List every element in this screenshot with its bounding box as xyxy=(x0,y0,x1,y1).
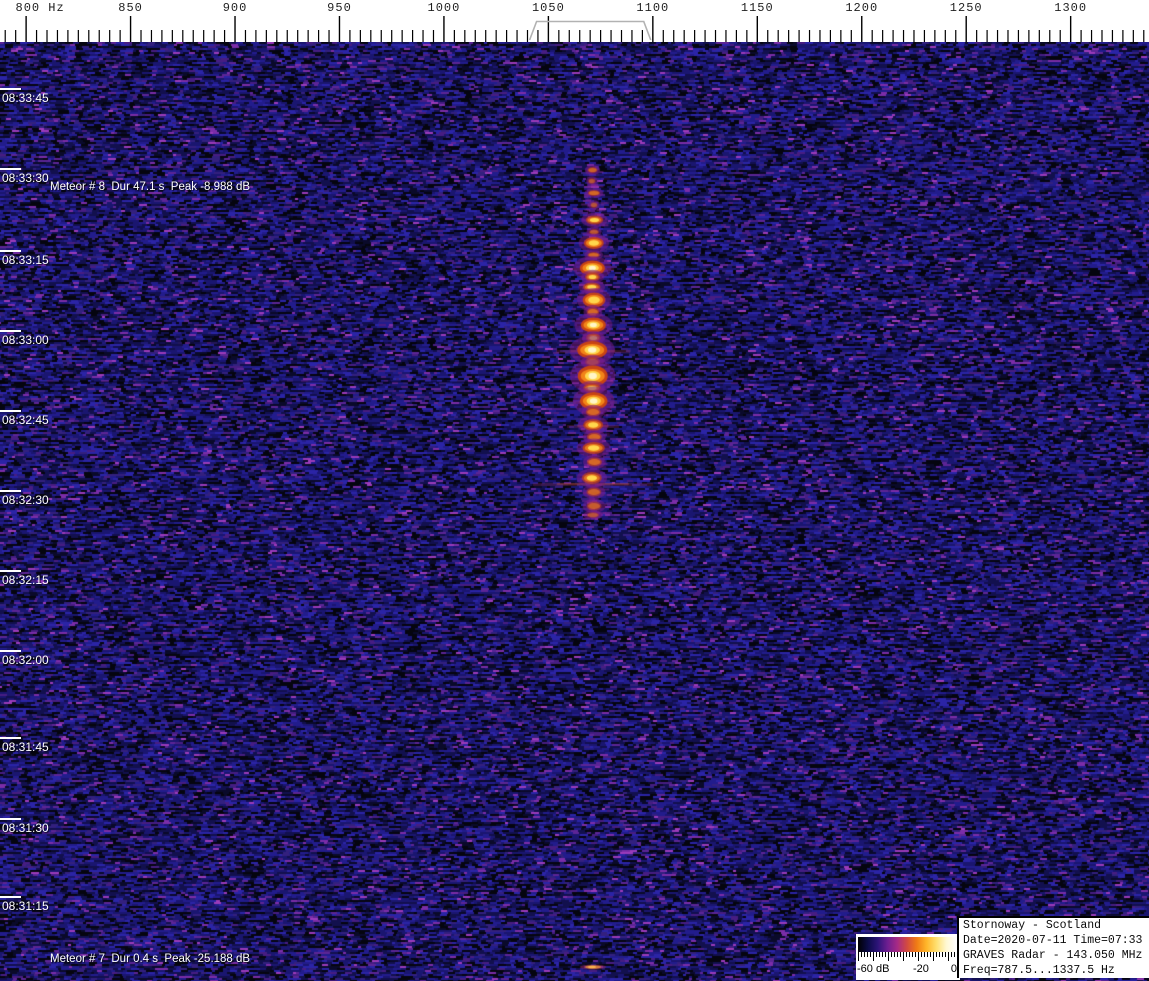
freq-tick-label: 850 xyxy=(118,1,143,15)
time-tick xyxy=(0,168,21,170)
time-tick xyxy=(0,88,21,90)
time-tick xyxy=(0,818,21,820)
station-name: Stornoway - Scotland xyxy=(963,919,1102,932)
time-label: 08:32:30 xyxy=(2,493,49,507)
time-label: 08:31:30 xyxy=(2,821,49,835)
freq-tick-label: 1250 xyxy=(949,1,983,15)
time-tick xyxy=(0,490,21,492)
intensity-scale-ticks xyxy=(858,952,955,961)
time-label: 08:32:15 xyxy=(2,573,49,587)
intensity-scale-panel: -60 dB -20 0 xyxy=(856,934,960,980)
freq-tick-label: 1200 xyxy=(845,1,879,15)
time-label: 08:32:00 xyxy=(2,653,49,667)
time-label: 08:33:30 xyxy=(2,171,49,185)
date-time-line: Date=2020-07-11 Time=07:33 xyxy=(963,934,1143,947)
time-label: 08:31:15 xyxy=(2,899,49,913)
time-tick xyxy=(0,650,21,652)
time-tick xyxy=(0,330,21,332)
freq-range-line: Freq=787.5...1337.5 Hz xyxy=(963,964,1115,977)
time-tick xyxy=(0,410,21,412)
freq-tick-label: 1000 xyxy=(427,1,461,15)
time-label: 08:33:15 xyxy=(2,253,49,267)
scale-label-min: -60 dB xyxy=(857,963,890,975)
time-tick xyxy=(0,896,21,898)
intensity-gradient-bar xyxy=(858,937,956,952)
station-info-box: Stornoway - Scotland Date=2020-07-11 Tim… xyxy=(957,916,1149,978)
meteor-8-annotation: Meteor # 8 Dur 47.1 s Peak -8.988 dB xyxy=(50,181,251,193)
meteor-7-annotation: Meteor # 7 Dur 0.4 s Peak -25.188 dB xyxy=(50,953,251,965)
freq-tick-label: 900 xyxy=(222,1,248,15)
freq-tick-label: 1300 xyxy=(1054,1,1088,15)
time-label: 08:31:45 xyxy=(2,740,49,754)
freq-tick-label: 950 xyxy=(327,1,352,15)
time-label: 08:32:45 xyxy=(2,413,49,427)
time-tick xyxy=(0,250,21,252)
radar-line: GRAVES Radar - 143.050 MHz xyxy=(963,949,1143,962)
meteor-radar-spectrogram-screen: { "freq_axis": { "start_hz": 787.5, "end… xyxy=(0,0,1149,981)
time-tick xyxy=(0,737,21,739)
freq-tick-label: 800 Hz xyxy=(15,1,65,15)
time-label: 08:33:00 xyxy=(2,333,49,347)
freq-tick-label: 1100 xyxy=(636,1,670,15)
scale-label-mid: -20 xyxy=(913,963,929,975)
freq-tick-label: 1150 xyxy=(740,1,774,15)
frequency-axis: 800 Hz 850 900 950 1000 1050 1100 1150 1200 1250 1… xyxy=(0,0,1149,42)
time-tick xyxy=(0,570,21,572)
time-label: 08:33:45 xyxy=(2,91,49,105)
freq-tick-label: 1050 xyxy=(531,1,565,15)
